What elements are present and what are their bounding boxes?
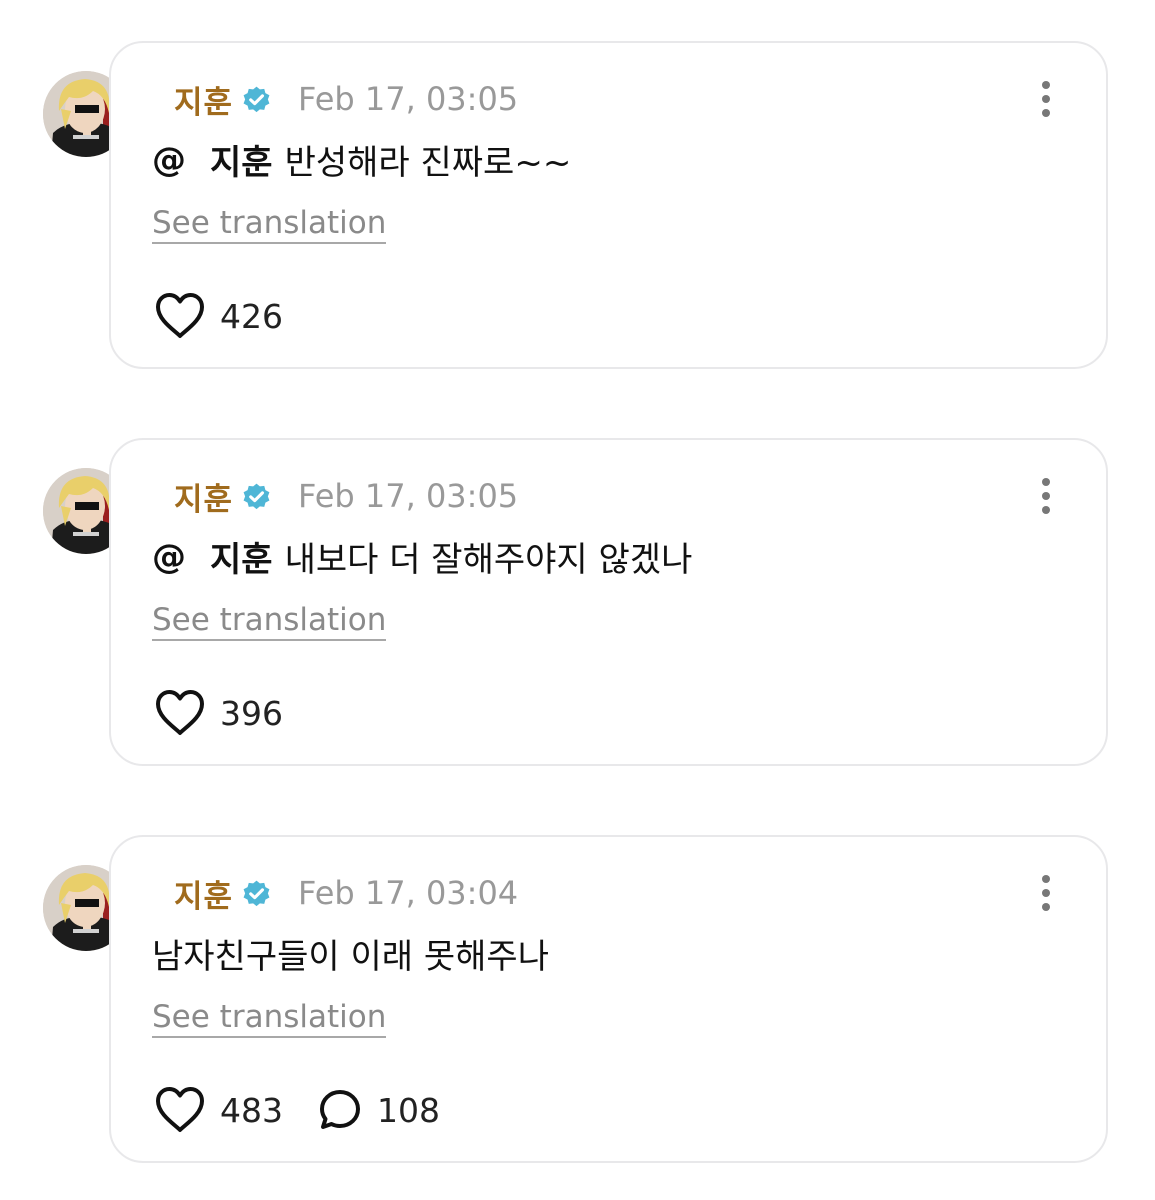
post-text: 남자친구들이 이래 못해주나 (152, 929, 549, 978)
post-text-content: 내보다 더 잘해주야지 않겠나 (284, 540, 693, 580)
author-name[interactable]: 지훈 (174, 77, 233, 122)
verified-badge-icon (241, 878, 272, 909)
heart-icon (156, 1087, 204, 1132)
post-text-content: 반성해라 진짜로~~ (284, 143, 572, 183)
comment-count: 108 (377, 1090, 440, 1130)
post-header: 지훈 Feb 17, 03:05 (174, 474, 518, 518)
mention-link[interactable]: 지훈 (210, 135, 273, 184)
post-card: 지훈 Feb 17, 03:04 남자친구들이 이래 못해주나 See tran… (109, 835, 1108, 1163)
post-text: @ 지훈 내보다 더 잘해주야지 않겠나 (152, 532, 692, 581)
mention-at: @ (152, 536, 186, 577)
heart-icon (156, 690, 204, 735)
comment-bubble-icon (320, 1090, 360, 1129)
timestamp: Feb 17, 03:04 (298, 874, 519, 912)
author-name[interactable]: 지훈 (174, 871, 233, 916)
mention-link[interactable]: 지훈 (210, 532, 273, 581)
see-translation-link[interactable]: See translation (152, 205, 387, 244)
more-vertical-icon[interactable] (1036, 873, 1056, 913)
like-count: 396 (220, 693, 283, 733)
comment-post: 지훈 Feb 17, 03:05 @ 지훈 반성해라 진짜로~~ See tra… (0, 41, 1155, 371)
more-vertical-icon[interactable] (1036, 79, 1056, 119)
post-stats: 396 (154, 688, 317, 738)
post-card: 지훈 Feb 17, 03:05 @ 지훈 반성해라 진짜로~~ See tra… (109, 41, 1108, 369)
comment-button[interactable]: 108 (317, 1087, 440, 1133)
post-header: 지훈 Feb 17, 03:04 (174, 871, 518, 915)
mention-at: @ (152, 139, 186, 180)
timestamp: Feb 17, 03:05 (298, 477, 519, 515)
timestamp: Feb 17, 03:05 (298, 80, 519, 118)
heart-icon (156, 293, 204, 338)
like-count: 483 (220, 1090, 283, 1130)
post-stats: 483 108 (154, 1085, 474, 1135)
comment-post: 지훈 Feb 17, 03:05 @ 지훈 내보다 더 잘해주야지 않겠나 Se… (0, 438, 1155, 768)
post-text: @ 지훈 반성해라 진짜로~~ (152, 135, 571, 184)
post-card: 지훈 Feb 17, 03:05 @ 지훈 내보다 더 잘해주야지 않겠나 Se… (109, 438, 1108, 766)
more-vertical-icon[interactable] (1036, 476, 1056, 516)
like-button[interactable]: 483 (154, 1086, 283, 1134)
verified-badge-icon (241, 481, 272, 512)
like-count: 426 (220, 296, 283, 336)
comment-post: 지훈 Feb 17, 03:04 남자친구들이 이래 못해주나 See tran… (0, 835, 1155, 1165)
see-translation-link[interactable]: See translation (152, 999, 387, 1038)
like-button[interactable]: 426 (154, 292, 283, 340)
like-button[interactable]: 396 (154, 689, 283, 737)
post-text-content: 남자친구들이 이래 못해주나 (152, 937, 549, 977)
verified-badge-icon (241, 84, 272, 115)
author-name[interactable]: 지훈 (174, 474, 233, 519)
post-header: 지훈 Feb 17, 03:05 (174, 77, 518, 121)
post-stats: 426 (154, 291, 317, 341)
see-translation-link[interactable]: See translation (152, 602, 387, 641)
